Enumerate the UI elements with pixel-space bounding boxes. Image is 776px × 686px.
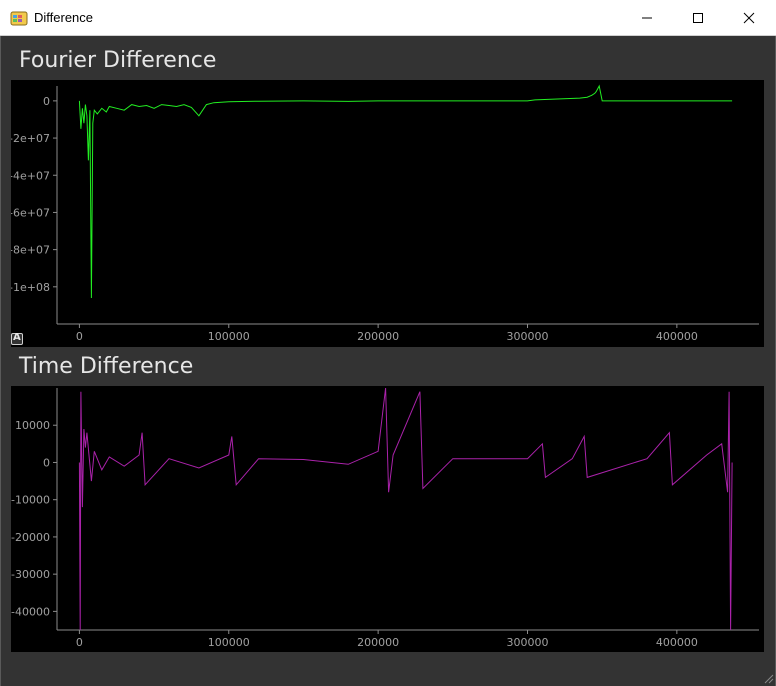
fourier-y-tick-label: -8e+07 [11,244,50,257]
time-panel-title: Time Difference [19,354,194,379]
maximize-icon [693,13,703,23]
fourier-y-tick-label: -6e+07 [11,206,50,219]
maximize-button[interactable] [675,0,721,36]
time-x-tick-label: 100000 [208,636,250,649]
auto-range-label: A [13,332,21,343]
fourier-chart: 0 -2e+07 -4e+07 -6e+07 -8e+07 -1e+08 0 100000 20… [11,84,759,343]
fourier-x-tick-label: 0 [76,330,83,343]
window-titlebar: Difference [0,0,776,36]
fourier-plot[interactable]: 0 -2e+07 -4e+07 -6e+07 -8e+07 -1e+08 0 100000 20… [11,80,764,347]
resize-grip-icon[interactable] [762,672,774,684]
minimize-icon [642,17,652,19]
fourier-y-tick-label: -1e+08 [11,281,50,294]
fourier-x-tick-label: 100000 [208,330,250,343]
window-title: Difference [34,10,94,25]
time-y-tick-label: 10000 [15,419,50,432]
fourier-x-tick-label: 400000 [656,330,698,343]
auto-range-button[interactable]: A [11,332,23,345]
time-x-tick-label: 200000 [357,636,399,649]
fourier-x-tick-label: 300000 [506,330,548,343]
time-series-line [78,387,733,631]
time-y-tick-label: -20000 [11,531,50,544]
time-y-tick-label: -30000 [11,568,50,581]
time-y-tick-label: -40000 [11,605,50,618]
fourier-panel-title: Fourier Difference [19,48,217,73]
close-icon [743,12,755,24]
time-x-tick-label: 400000 [656,636,698,649]
time-x-tick-label: 300000 [506,636,548,649]
close-button[interactable] [726,0,772,36]
time-y-tick-label: 0 [43,456,50,469]
window-frame-left [0,36,1,686]
app-palette-icon [10,11,28,26]
fourier-x-tick-label: 200000 [357,330,399,343]
fourier-series-line [78,84,733,299]
fourier-y-tick-label: -2e+07 [11,132,50,145]
time-plot[interactable]: 10000 0 -10000 -20000 -30000 -40000 0 100000 200… [11,386,764,652]
minimize-button[interactable] [624,0,670,36]
fourier-y-tick-label: -4e+07 [11,169,50,182]
time-x-tick-label: 0 [76,636,83,649]
time-y-tick-label: -10000 [11,494,50,507]
time-chart: 100000-10000-20000-30000-400000 100000 200… [11,387,759,649]
fourier-y-tick-label: 0 [43,95,50,108]
